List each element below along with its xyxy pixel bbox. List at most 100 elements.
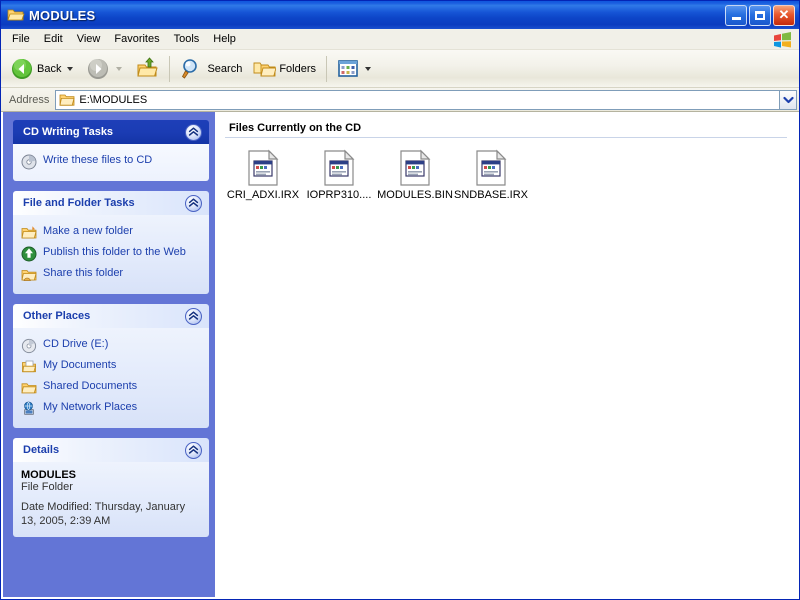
details-item-name: MODULES <box>21 469 76 481</box>
menu-help[interactable]: Help <box>206 31 243 47</box>
panel-body-cd-writing-tasks: Write these files to CD <box>13 144 209 181</box>
toolbar-separator <box>169 55 171 82</box>
minimize-icon <box>731 17 741 20</box>
file-item[interactable]: MODULES.BIN <box>377 146 453 204</box>
place-my-network-places[interactable]: My Network Places <box>21 398 201 419</box>
panel-other-places: Other Places CD Drive (E:) My Documents … <box>13 304 209 428</box>
chevron-up-icon[interactable] <box>185 307 202 325</box>
panel-details: Details MODULES File Folder Date Modifie… <box>13 438 209 537</box>
panel-cd-writing-tasks: CD Writing Tasks Write these files to CD <box>13 120 209 181</box>
file-name: CRI_ADXI.IRX <box>226 189 300 201</box>
unknown-file-icon <box>248 149 279 186</box>
task-pane-sidebar: CD Writing Tasks Write these files to CD… <box>3 112 215 597</box>
chevron-down-icon <box>782 96 794 103</box>
back-arrow-icon <box>12 58 32 79</box>
file-item[interactable]: IOPRP310.... <box>301 146 377 204</box>
menu-view[interactable]: View <box>70 31 108 47</box>
panel-header-other-places[interactable]: Other Places <box>13 304 209 328</box>
toolbar: Back Search Folders <box>1 50 799 88</box>
views-dropdown-icon[interactable] <box>365 66 372 71</box>
forward-dropdown-icon <box>116 66 123 71</box>
panel-title: Details <box>23 444 60 456</box>
shared-documents-icon <box>21 383 37 394</box>
unknown-file-icon <box>400 149 431 186</box>
place-label: Shared Documents <box>43 380 138 392</box>
up-folder-icon <box>137 56 159 76</box>
windows-flag-icon <box>774 32 791 48</box>
task-share-this-folder[interactable]: Share this folder <box>21 264 201 285</box>
search-button[interactable]: Search <box>175 53 247 85</box>
back-label: Back <box>37 62 62 75</box>
file-group-separator <box>225 137 787 138</box>
window-body: CD Writing Tasks Write these files to CD… <box>1 112 799 599</box>
folders-icon <box>253 62 277 76</box>
task-label: Publish this folder to the Web <box>43 246 186 258</box>
forward-arrow-icon <box>88 58 109 79</box>
panel-body-other-places: CD Drive (E:) My Documents Shared Docume… <box>13 328 209 428</box>
address-input[interactable]: E:\MODULES <box>55 89 779 110</box>
title-bar[interactable]: MODULES ✕ <box>1 1 799 29</box>
menu-tools[interactable]: Tools <box>167 31 207 47</box>
panel-title: Other Places <box>23 310 91 322</box>
folders-button[interactable]: Folders <box>247 53 321 85</box>
magnifier-icon <box>182 58 198 79</box>
folder-icon <box>59 94 75 106</box>
panel-body-details: MODULES File Folder Date Modified: Thurs… <box>13 462 209 537</box>
panel-title: File and Folder Tasks <box>23 197 135 209</box>
task-publish-folder-to-web[interactable]: Publish this folder to the Web <box>21 243 201 264</box>
menu-edit[interactable]: Edit <box>37 31 70 47</box>
folders-label: Folders <box>279 62 317 75</box>
file-name: SNDBASE.IRX <box>454 189 528 201</box>
forward-button[interactable] <box>81 53 130 85</box>
file-icon-grid: CRI_ADXI.IRX IOPRP310.... MODULES.BIN SN… <box>225 146 787 204</box>
task-make-new-folder[interactable]: Make a new folder <box>21 222 201 243</box>
maximize-button[interactable] <box>749 4 771 26</box>
panel-header-details[interactable]: Details <box>13 438 209 462</box>
panel-header-cd-writing-tasks[interactable]: CD Writing Tasks <box>13 120 209 144</box>
double-chevron-up-glyph <box>188 127 199 136</box>
window-controls: ✕ <box>725 4 795 26</box>
publish-web-icon <box>21 246 37 262</box>
file-item[interactable]: CRI_ADXI.IRX <box>225 146 301 204</box>
task-write-files-to-cd[interactable]: Write these files to CD <box>21 151 201 172</box>
toolbar-separator-2 <box>326 55 328 82</box>
window-title: MODULES <box>29 7 96 23</box>
new-folder-icon <box>21 226 37 239</box>
minimize-button[interactable] <box>725 4 747 26</box>
chevron-up-icon[interactable] <box>185 194 202 212</box>
views-grid-icon <box>338 59 358 77</box>
close-button[interactable]: ✕ <box>773 4 795 26</box>
place-label: My Network Places <box>43 401 138 413</box>
place-my-documents[interactable]: My Documents <box>21 356 201 377</box>
folder-open-icon <box>7 9 25 21</box>
task-label: Make a new folder <box>43 225 133 237</box>
menu-bar: File Edit View Favorites Tools Help <box>1 29 799 50</box>
panel-header-file-and-folder-tasks[interactable]: File and Folder Tasks <box>13 191 209 215</box>
task-label: Write these files to CD <box>43 154 153 166</box>
file-name: IOPRP310.... <box>306 189 372 201</box>
back-button[interactable]: Back <box>5 53 81 85</box>
double-chevron-up-glyph <box>188 311 199 320</box>
chevron-up-icon[interactable] <box>185 441 202 459</box>
explorer-window: MODULES ✕ File Edit View Favorites Tools… <box>0 0 800 600</box>
file-list-pane[interactable]: Files Currently on the CD CRI_ADXI.IRX I… <box>215 112 797 597</box>
chevron-up-icon[interactable] <box>185 123 202 141</box>
back-dropdown-icon[interactable] <box>67 66 74 71</box>
place-shared-documents[interactable]: Shared Documents <box>21 377 201 398</box>
menu-favorites[interactable]: Favorites <box>107 31 166 47</box>
views-button[interactable] <box>332 53 379 85</box>
cd-burn-icon <box>21 154 37 170</box>
panel-body-file-and-folder-tasks: Make a new folder Publish this folder to… <box>13 215 209 294</box>
double-chevron-up-glyph <box>188 445 199 454</box>
up-button[interactable] <box>130 53 164 85</box>
close-icon: ✕ <box>778 7 790 22</box>
place-label: CD Drive (E:) <box>43 338 109 350</box>
maximize-icon <box>755 10 765 20</box>
file-item[interactable]: SNDBASE.IRX <box>453 146 529 204</box>
address-bar: Address E:\MODULES <box>1 88 799 112</box>
place-cd-drive-e[interactable]: CD Drive (E:) <box>21 335 201 356</box>
address-dropdown-button[interactable] <box>779 89 797 110</box>
menu-file[interactable]: File <box>5 31 37 47</box>
task-label: Share this folder <box>43 267 124 279</box>
double-chevron-up-glyph <box>188 198 199 207</box>
